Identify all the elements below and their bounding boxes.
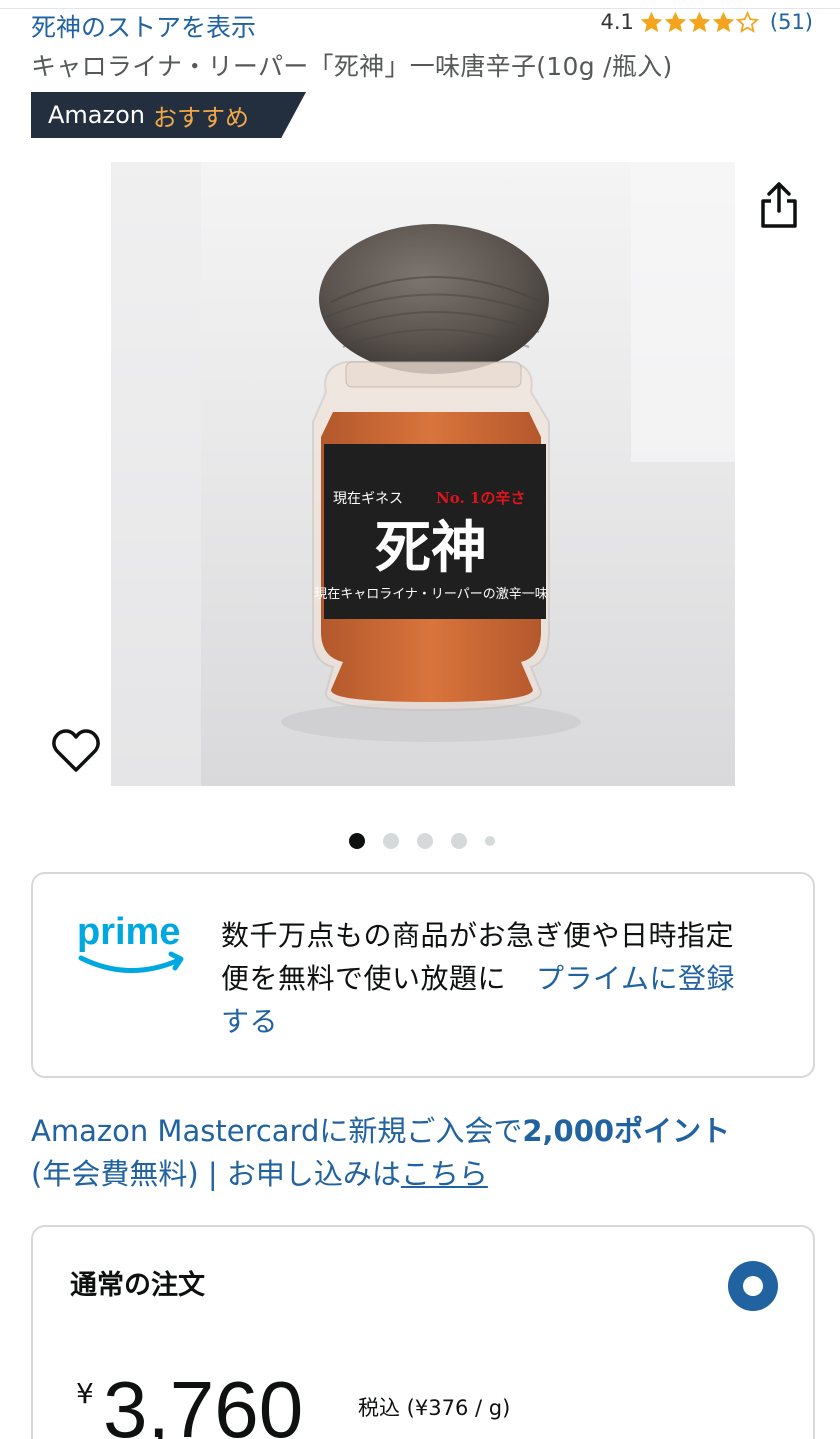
rating-stars bbox=[640, 10, 760, 34]
star-icon bbox=[712, 11, 735, 32]
star-icon bbox=[640, 11, 663, 32]
prime-card[interactable]: prime 数千万点もの商品がお急ぎ便や日時指定便を無料で使い放題に プライムに登… bbox=[31, 872, 815, 1078]
rating-value: 4.1 bbox=[600, 10, 634, 34]
label-shinigami: 死神 bbox=[375, 515, 487, 581]
price-value: 3,760 bbox=[103, 1365, 304, 1439]
store-link[interactable]: 死神のストアを表示 bbox=[31, 8, 256, 44]
prime-logo-text: prime bbox=[77, 911, 180, 953]
prime-message: 数千万点もの商品がお急ぎ便や日時指定便を無料で使い放題に プライムに登録する bbox=[221, 914, 761, 1043]
label-no1: No. 1の辛さ bbox=[436, 489, 525, 507]
price-currency: ¥ bbox=[76, 1377, 94, 1410]
label-guinness: 現在ギネス bbox=[333, 491, 403, 507]
product-image[interactable]: 現在ギネス No. 1の辛さ 死神 現在キャロライナ・リーパーの激辛一味 bbox=[111, 162, 735, 786]
star-icon bbox=[688, 11, 711, 32]
heart-icon[interactable] bbox=[50, 726, 102, 776]
badge-brand: Amazon bbox=[48, 101, 145, 129]
order-title: 通常の注文 bbox=[70, 1270, 205, 1301]
price-tax-info: 税込 (¥376 / g) bbox=[358, 1396, 511, 1420]
carousel-indicator[interactable] bbox=[0, 833, 840, 849]
promo-link[interactable]: こちら bbox=[401, 1157, 488, 1191]
rating-count[interactable]: (51) bbox=[770, 10, 813, 34]
rating-summary[interactable]: 4.1 (51) bbox=[600, 10, 813, 34]
star-icon bbox=[735, 10, 759, 33]
order-radio-button[interactable] bbox=[728, 1261, 778, 1311]
carousel-dot[interactable] bbox=[451, 833, 467, 849]
regular-order-card[interactable]: 通常の注文 ¥ 3,760 税込 (¥376 / g) bbox=[31, 1225, 815, 1439]
promo-text-after: (年会費無料) | お申し込みは bbox=[31, 1157, 401, 1191]
badge-highlight: おすすめ bbox=[153, 103, 249, 132]
promo-text-before: Amazon Mastercardに新規ご入会で bbox=[31, 1114, 523, 1148]
product-photo: 現在ギネス No. 1の辛さ 死神 現在キャロライナ・リーパーの激辛一味 bbox=[111, 162, 735, 786]
label-carolina: 現在キャロライナ・リーパーの激辛一味 bbox=[314, 587, 548, 602]
prime-logo-icon: prime bbox=[77, 910, 189, 982]
carousel-dot[interactable] bbox=[417, 833, 433, 849]
carousel-dot[interactable] bbox=[485, 836, 495, 846]
promo-points: 2,000ポイント bbox=[522, 1114, 731, 1148]
share-icon[interactable] bbox=[757, 181, 801, 229]
product-title: キャロライナ・リーパー「死神」一味唐辛子(10g /瓶入) bbox=[31, 52, 673, 81]
carousel-dot[interactable] bbox=[383, 833, 399, 849]
mastercard-promo[interactable]: Amazon Mastercardに新規ご入会で2,000ポイント (年会費無料… bbox=[31, 1110, 821, 1196]
carousel-dot[interactable] bbox=[349, 833, 365, 849]
amazon-recommend-badge: Amazon おすすめ bbox=[31, 92, 306, 138]
star-icon bbox=[664, 11, 687, 32]
